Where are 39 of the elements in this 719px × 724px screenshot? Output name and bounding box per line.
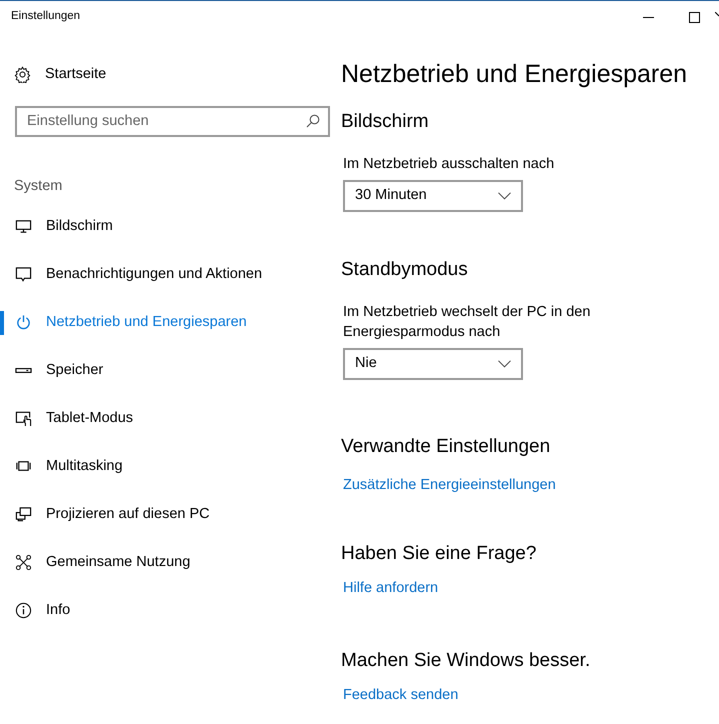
chevron-down-icon: [498, 192, 511, 200]
section-heading: Verwandte Einstellungen: [341, 436, 552, 458]
section-heading: Standbymodus: [341, 258, 469, 282]
nav-item[interactable]: Gemeinsame Nutzung: [0, 538, 330, 586]
speech-bubble-icon: [15, 266, 32, 283]
share-nodes-icon: [15, 554, 32, 571]
info-icon: [15, 602, 32, 619]
search-icon: [306, 114, 320, 128]
nav-item[interactable]: Tablet-Modus: [0, 394, 330, 442]
search-field[interactable]: Einstellung suchen: [15, 106, 330, 137]
home-link[interactable]: Startseite: [14, 64, 330, 86]
dropdown[interactable]: Nie: [343, 348, 523, 380]
field-label: Im Netzbetrieb ausschalten nach: [343, 154, 556, 174]
nav-item[interactable]: Speicher: [0, 346, 330, 394]
link[interactable]: Feedback senden: [343, 684, 458, 707]
dropdown[interactable]: 30 Minuten: [343, 180, 523, 212]
minimize-icon: [642, 16, 654, 18]
nav-item[interactable]: Bildschirm: [0, 202, 330, 250]
nav-item[interactable]: Projizieren auf diesen PC: [0, 490, 330, 538]
link[interactable]: Hilfe anfordern: [343, 578, 438, 600]
page-title: Netzbetrieb und Energiesparen: [341, 59, 688, 89]
power-icon: [15, 314, 32, 331]
nav-item[interactable]: Benachrichtigungen und Aktionen: [0, 250, 330, 298]
screens-icon: [15, 506, 32, 523]
section-heading: Bildschirm: [341, 111, 430, 134]
gear-icon: [14, 66, 31, 84]
tablet-hand-icon: [15, 410, 32, 427]
chevron-down-icon: [498, 360, 511, 368]
monitor-icon: [15, 218, 32, 235]
link[interactable]: Zusätzliche Energieeinstellungen: [343, 475, 556, 498]
nav-item[interactable]: Netzbetrieb und Energiesparen: [0, 298, 330, 346]
window-title: Einstellungen: [11, 9, 80, 24]
section-heading: Machen Sie Windows besser.: [341, 650, 592, 673]
nav-item[interactable]: Info: [0, 586, 330, 634]
nav-item[interactable]: Multitasking: [0, 442, 330, 490]
group-heading: System: [14, 176, 64, 196]
field-label: Im Netzbetrieb wechselt der PC in den Energiesparmodus nach: [343, 302, 592, 342]
maximize-icon: [688, 12, 700, 22]
section-heading: Haben Sie eine Frage?: [341, 543, 538, 566]
